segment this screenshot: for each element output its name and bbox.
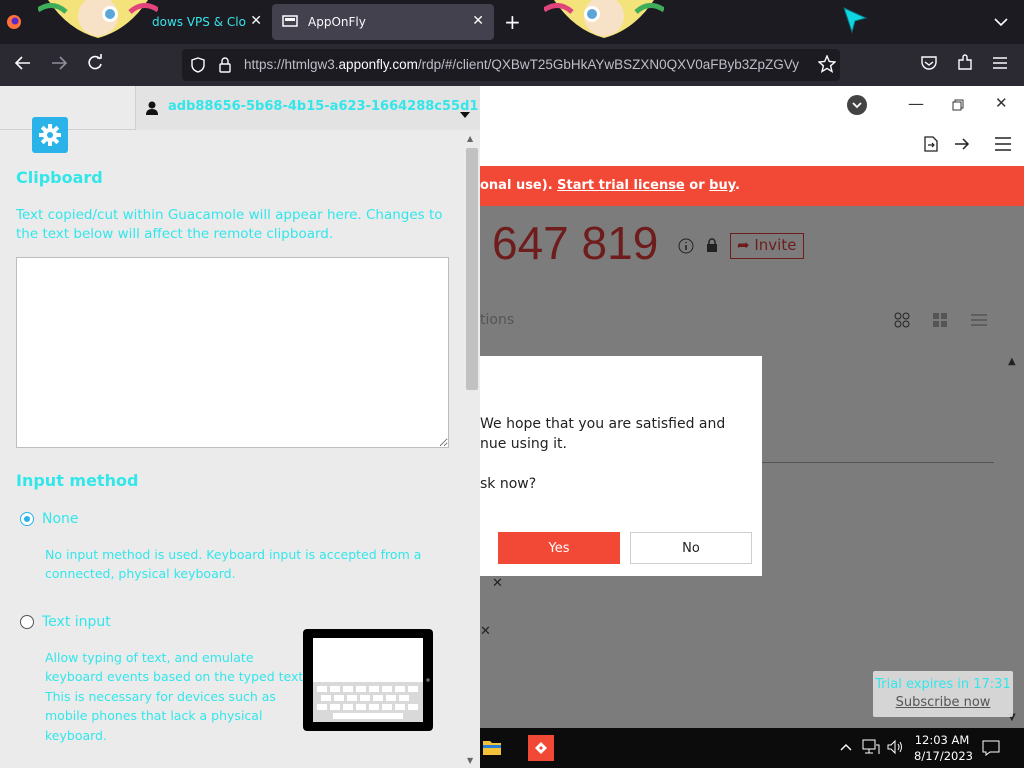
remote-desktop-icon	[282, 14, 298, 30]
none-desc-line1: No input method is used. Keyboard input …	[45, 547, 422, 562]
taskbar-clock[interactable]: 12:03 AM 8/17/2023	[914, 732, 973, 764]
list-view-icon[interactable]	[970, 312, 988, 332]
url-text: https://htmlgw3.apponfly.com/rdp/#/clien…	[244, 57, 799, 72]
volume-icon[interactable]	[886, 739, 904, 759]
info-icon[interactable]	[678, 238, 694, 258]
new-tab-button[interactable]: +	[504, 10, 521, 34]
arrow-right-icon[interactable]	[954, 136, 970, 155]
firefox-icon	[6, 14, 22, 30]
radio-unselected[interactable]	[20, 615, 34, 629]
caret-down-icon[interactable]	[460, 103, 470, 122]
tab-label: AppOnFly	[308, 15, 366, 29]
text-input-desc-line: This is necessary for devices such as	[45, 689, 276, 704]
guacamole-menu-panel: adb88656-5b68-4b15-a623-1664288c55d1 Cli…	[0, 86, 480, 768]
anime-theme-artwork	[38, 0, 158, 40]
download-circle-icon[interactable]	[846, 94, 868, 120]
close-tab-icon[interactable]: ✕	[250, 13, 262, 29]
text-input-desc-line: Allow typing of text, and emulate	[45, 650, 254, 665]
minimize-icon[interactable]: —	[908, 94, 924, 113]
tab-label: dows VPS & Clo	[152, 15, 246, 29]
clipboard-desc-line1: Text copied/cut within Guacamole will ap…	[16, 207, 443, 223]
lock-icon[interactable]	[706, 238, 718, 257]
network-icon[interactable]	[862, 739, 880, 759]
input-method-title: Input method	[16, 471, 139, 490]
dialog-text-line2: nue using it.	[480, 436, 567, 452]
browser-nav-bar: https://htmlgw3.apponfly.com/rdp/#/clien…	[0, 44, 1024, 86]
tablet-keyboard-illustration	[303, 629, 433, 731]
guacamole-menu-header: adb88656-5b68-4b15-a623-1664288c55d1	[0, 86, 480, 130]
reload-icon[interactable]	[86, 54, 104, 77]
back-arrow-icon[interactable]	[14, 54, 32, 77]
user-menu[interactable]: adb88656-5b68-4b15-a623-1664288c55d1	[135, 86, 480, 130]
chevron-down-icon[interactable]	[994, 12, 1008, 31]
notification-icon[interactable]	[982, 740, 1000, 760]
license-banner: onal use). Start trial license or buy.	[480, 166, 1024, 206]
close-tab-icon[interactable]: ✕	[472, 13, 484, 29]
remote-app-toolbar	[480, 124, 1024, 166]
extensions-icon[interactable]	[956, 54, 974, 77]
subscribe-now-link[interactable]: Subscribe now	[873, 692, 1013, 710]
none-desc-line2: connected, physical keyboard.	[45, 566, 236, 581]
yes-button[interactable]: Yes	[498, 532, 620, 564]
menu-scrollbar-thumb[interactable]	[466, 148, 478, 390]
cursor-logo-icon	[842, 6, 868, 38]
browser-tab-bar: dows VPS & Clo ✕ AppOnFly ✕ +	[0, 0, 1024, 44]
file-explorer-icon[interactable]	[482, 738, 502, 760]
clipboard-desc-line2: the text below will affect the remote cl…	[16, 226, 334, 242]
input-method-text-option[interactable]: Text input	[20, 614, 111, 630]
remote-window-titlebar: — ✕	[480, 86, 1024, 124]
grid-view-icon[interactable]	[894, 312, 910, 332]
clipboard-title: Clipboard	[16, 168, 103, 187]
tracking-protection-icon[interactable]	[190, 57, 206, 77]
gear-icon[interactable]	[32, 117, 68, 153]
restore-icon[interactable]	[952, 96, 964, 115]
chevron-up-icon[interactable]	[840, 740, 852, 754]
no-button[interactable]: No	[630, 532, 752, 564]
input-method-none-option[interactable]: None	[20, 511, 79, 527]
buy-link[interactable]: buy	[709, 178, 735, 193]
apponfly-taskbar-icon[interactable]	[528, 735, 554, 761]
username: adb88656-5b68-4b15-a623-1664288c55d1	[168, 99, 479, 114]
forward-arrow-icon[interactable]	[50, 54, 68, 77]
share-arrow-icon: ➦	[737, 236, 750, 254]
anime-theme-artwork	[544, 0, 664, 40]
bookmark-star-icon[interactable]	[817, 54, 837, 78]
clipboard-textarea[interactable]	[16, 257, 449, 448]
text-input-desc-line: keyboard.	[45, 728, 107, 743]
trial-expires-text: Trial expires in 17:31	[875, 677, 1011, 692]
url-bar[interactable]: https://htmlgw3.apponfly.com/rdp/#/clien…	[182, 49, 840, 81]
menu-icon[interactable]	[994, 136, 1012, 156]
partner-id-number: 647 819	[492, 217, 659, 269]
hamburger-menu-icon[interactable]	[992, 54, 1008, 75]
tab-fragment-label: tions	[480, 312, 515, 328]
tiles-view-icon[interactable]	[932, 312, 948, 332]
text-input-desc-line: keyboard events based on the typed text.	[45, 669, 308, 684]
file-transfer-icon[interactable]	[924, 136, 938, 156]
dialog-text-line3: sk now?	[480, 476, 537, 492]
lock-icon[interactable]	[218, 57, 232, 77]
scroll-up-icon[interactable]: ▲	[1008, 356, 1016, 367]
pocket-icon[interactable]	[920, 54, 938, 77]
radio-selected[interactable]	[20, 512, 34, 526]
close-icon[interactable]: ✕	[492, 576, 503, 591]
confirmation-dialog: We hope that you are satisfied and nue u…	[480, 356, 762, 576]
invite-button[interactable]: ➦ Invite	[730, 233, 804, 259]
remote-desktop-view[interactable]: — ✕ onal use). Start trial license or bu…	[480, 86, 1024, 768]
start-trial-link[interactable]: Start trial license	[557, 178, 685, 193]
text-input-desc-line: mobile phones that lack a physical	[45, 708, 263, 723]
scroll-up-icon[interactable]: ▲	[467, 134, 473, 143]
scroll-down-icon[interactable]: ▼	[467, 756, 473, 765]
user-icon	[146, 100, 158, 119]
windows-taskbar: 12:03 AM 8/17/2023	[480, 728, 1024, 768]
close-icon[interactable]: ✕	[480, 624, 491, 639]
tab-apponfly[interactable]: AppOnFly ✕	[272, 4, 494, 40]
trial-notice: Trial expires in 17:31 Subscribe now	[873, 671, 1013, 717]
dialog-text-line1: We hope that you are satisfied and	[480, 416, 726, 432]
close-icon[interactable]: ✕	[995, 94, 1008, 112]
